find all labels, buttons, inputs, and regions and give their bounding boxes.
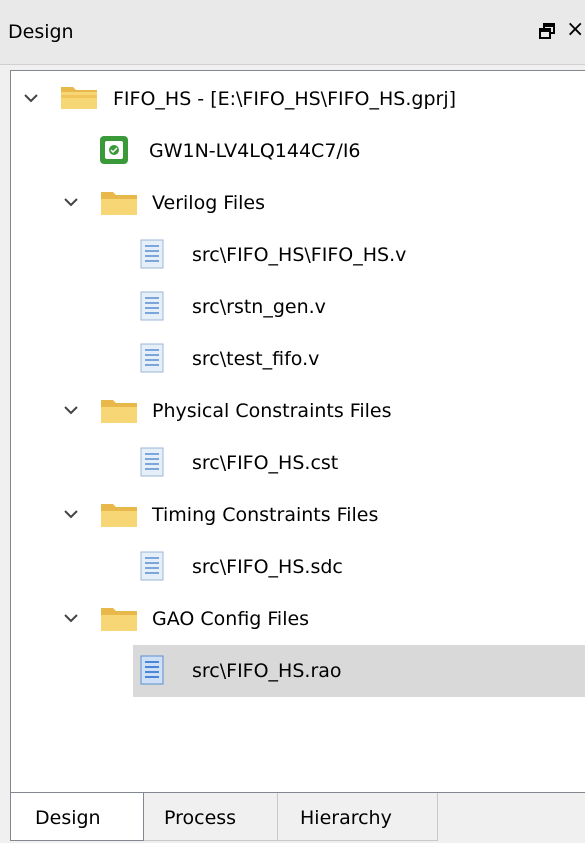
tree-item-device[interactable]: GW1N-LV4LQ144C7/I6 — [11, 125, 585, 177]
tree-item-file[interactable]: src\FIFO_HS\FIFO_HS.v — [11, 229, 585, 281]
device-label: GW1N-LV4LQ144C7/I6 — [149, 140, 361, 162]
tree-item-file[interactable]: src\test_fifo.v — [11, 333, 585, 385]
file-icon — [139, 291, 165, 325]
tab-hierarchy[interactable]: Hierarchy — [278, 793, 438, 841]
file-label: src\test_fifo.v — [192, 348, 320, 370]
device-chip-icon — [99, 135, 129, 169]
group-label: Verilog Files — [152, 192, 265, 214]
group-label: Physical Constraints Files — [152, 400, 392, 422]
file-label: src\FIFO_HS.sdc — [192, 556, 343, 578]
file-icon — [139, 655, 165, 689]
folder-icon — [99, 189, 139, 221]
file-label: src\FIFO_HS\FIFO_HS.v — [192, 244, 407, 266]
folder-icon — [99, 605, 139, 637]
design-tree-view[interactable]: FIFO_HS - [E:\FIFO_HS\FIFO_HS.gprj] GW1N… — [10, 70, 585, 793]
project-folder-icon — [59, 83, 99, 115]
folder-icon — [99, 397, 139, 429]
file-label: src\rstn_gen.v — [192, 296, 326, 318]
tree-item-file[interactable]: src\FIFO_HS.sdc — [11, 541, 585, 593]
tree-item-file[interactable]: src\FIFO_HS.cst — [11, 437, 585, 489]
close-panel-button[interactable]: × — [566, 18, 584, 42]
tree-item-project[interactable]: FIFO_HS - [E:\FIFO_HS\FIFO_HS.gprj] — [11, 73, 585, 125]
file-icon — [139, 343, 165, 377]
tab-label: Design — [35, 807, 101, 829]
chevron-down-icon[interactable] — [63, 194, 79, 210]
chevron-down-icon[interactable] — [63, 506, 79, 522]
panel-tab-bar: Design Process Hierarchy — [0, 793, 585, 843]
project-label: FIFO_HS - [E:\FIFO_HS\FIFO_HS.gprj] — [113, 88, 457, 110]
tree-item-timing-constraints-files[interactable]: Timing Constraints Files — [11, 489, 585, 541]
panel-title: Design — [8, 21, 74, 43]
chevron-down-icon[interactable] — [63, 402, 79, 418]
tab-design[interactable]: Design — [10, 793, 144, 841]
tree-item-physical-constraints-files[interactable]: Physical Constraints Files — [11, 385, 585, 437]
group-label: Timing Constraints Files — [152, 504, 379, 526]
tab-process[interactable]: Process — [144, 793, 278, 841]
folder-icon — [99, 501, 139, 533]
group-label: GAO Config Files — [152, 608, 310, 630]
file-icon — [139, 447, 165, 481]
file-icon — [139, 239, 165, 273]
file-label: src\FIFO_HS.rao — [192, 660, 342, 682]
file-icon — [139, 551, 165, 585]
tree-item-file-selected[interactable]: src\FIFO_HS.rao — [11, 645, 585, 697]
panel-title-bar: Design × — [0, 0, 585, 65]
tab-label: Hierarchy — [300, 807, 392, 829]
chevron-down-icon[interactable] — [63, 610, 79, 626]
chevron-down-icon[interactable] — [23, 90, 39, 106]
file-label: src\FIFO_HS.cst — [192, 452, 339, 474]
tree-item-file[interactable]: src\rstn_gen.v — [11, 281, 585, 333]
tree-item-gao-config-files[interactable]: GAO Config Files — [11, 593, 585, 645]
tab-label: Process — [164, 807, 237, 829]
design-panel: Design × FIFO_HS - [E:\FIFO_HS\FIFO_HS.g… — [0, 0, 585, 843]
float-window-icon[interactable] — [539, 22, 557, 40]
tree-item-verilog-files[interactable]: Verilog Files — [11, 177, 585, 229]
